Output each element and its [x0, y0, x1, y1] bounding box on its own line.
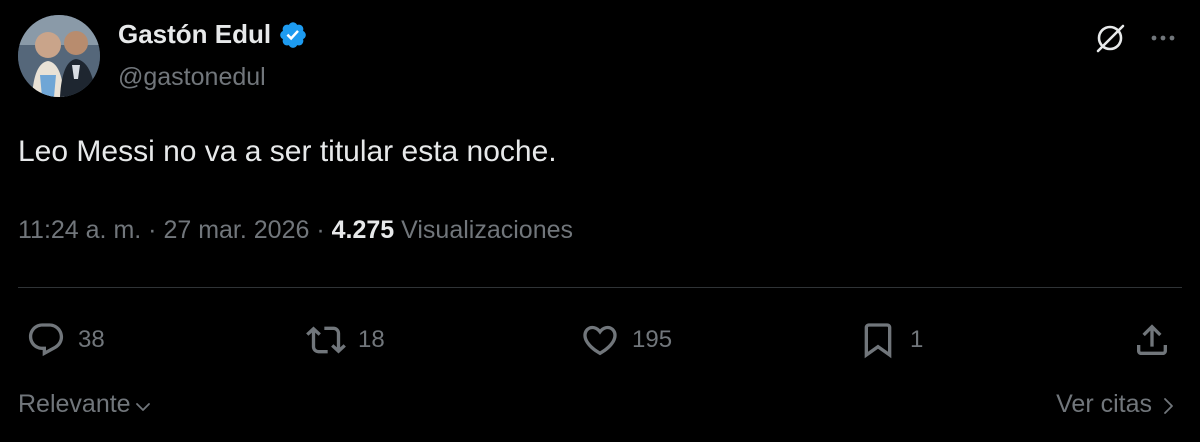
- like-icon: [583, 325, 617, 356]
- tweet-text: Leo Messi no va a ser titular esta noche…: [18, 135, 557, 168]
- tweet-time[interactable]: 11:24 a. m.: [18, 216, 141, 244]
- reply-button[interactable]: 38: [26, 318, 105, 362]
- share-icon: [1137, 324, 1167, 355]
- views-count: 4.275: [331, 216, 395, 244]
- avatar-image: [18, 15, 100, 97]
- bookmark-button[interactable]: 1: [858, 318, 923, 362]
- meta-separator: ·: [148, 216, 164, 244]
- meta-separator: ·: [316, 216, 332, 244]
- tweet-date[interactable]: 27 mar. 2026: [163, 216, 309, 244]
- chevron-right-icon: [1164, 398, 1173, 414]
- retweet-icon: [306, 326, 346, 354]
- views-label: Visualizaciones: [401, 216, 574, 244]
- like-count: 195: [632, 326, 673, 353]
- sort-label: Relevante: [18, 390, 131, 418]
- quotes-label: Ver citas: [1056, 390, 1152, 418]
- like-button[interactable]: 195: [580, 318, 672, 362]
- divider: [18, 287, 1182, 288]
- retweet-count: 18: [358, 326, 385, 353]
- chevron-down-icon: [135, 402, 150, 411]
- bookmark-count: 1: [910, 326, 924, 353]
- author-name[interactable]: Gastón Edul: [118, 19, 271, 50]
- share-button[interactable]: [1132, 318, 1172, 362]
- more-icon[interactable]: [1146, 24, 1180, 52]
- grok-icon[interactable]: [1092, 20, 1128, 56]
- view-quotes-link[interactable]: Ver citas: [1056, 390, 1178, 419]
- retweet-button[interactable]: 18: [306, 318, 385, 362]
- reply-count: 38: [78, 326, 105, 353]
- sort-selector[interactable]: Relevante: [18, 390, 153, 419]
- reply-icon: [28, 323, 64, 357]
- author-handle[interactable]: @gastonedul: [118, 63, 266, 92]
- avatar[interactable]: [18, 15, 100, 97]
- bookmark-icon: [864, 323, 892, 359]
- verified-badge-icon: [280, 21, 306, 48]
- tweet-meta: 11:24 a. m. · 27 mar. 2026 · 4.275 Visua…: [18, 216, 573, 245]
- tweet-card: Gastón Edul @gastonedul Leo Messi no va …: [0, 0, 1200, 442]
